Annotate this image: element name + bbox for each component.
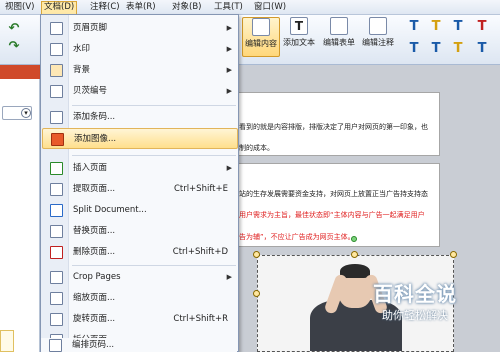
delete-pages-icon — [50, 246, 63, 259]
add-image-icon — [51, 133, 64, 146]
menu-separator — [72, 155, 236, 156]
menu-form[interactable]: 表单(R) — [124, 1, 158, 14]
submenu-arrow-icon: ▶ — [226, 273, 232, 281]
edit-annotation-button[interactable]: 编辑注释 — [359, 17, 397, 57]
add-text-label: 添加文本 — [283, 38, 315, 47]
resize-handle[interactable] — [351, 251, 358, 258]
menu-tools[interactable]: 工具(T) — [212, 1, 245, 14]
menu-item-crop-pages[interactable]: Crop Pages ▶ — [42, 267, 238, 288]
extract-pages-icon — [50, 183, 63, 196]
menu-item-split-document[interactable]: Split Document... — [42, 200, 238, 221]
bates-numbering-icon — [50, 85, 63, 98]
paragraph-line: 站的生存发展需要资金支持，对网页上放置正当广告持支持态 — [239, 190, 428, 198]
text-tool-icon[interactable]: T — [406, 19, 422, 35]
page-numbering-icon — [49, 339, 62, 352]
undo-icon[interactable]: ↶ — [6, 21, 22, 37]
shortcut-label: Ctrl+Shift+R — [173, 314, 228, 324]
submenu-arrow-icon: ▶ — [226, 87, 232, 95]
edit-content-button[interactable]: 编辑内容 — [242, 17, 280, 57]
insert-pages-icon — [50, 162, 63, 175]
text-highlight-icon[interactable]: T — [428, 19, 444, 35]
watermark-icon — [50, 43, 63, 56]
menu-item-background[interactable]: 背景 ▶ — [42, 60, 238, 81]
zoom-control[interactable]: ▾ — [2, 106, 32, 120]
menu-window[interactable]: 窗口(W) — [252, 1, 288, 14]
watermark: 百科全说 助你轻松解决 — [355, 278, 475, 328]
menu-item-header-footer[interactable]: 页眉页脚 ▶ — [42, 18, 238, 39]
paragraph-line: 制的成本。 — [239, 144, 274, 152]
submenu-arrow-icon: ▶ — [226, 24, 232, 32]
redo-icon[interactable]: ↷ — [6, 39, 22, 55]
menu-item-watermark[interactable]: 水印 ▶ — [42, 39, 238, 60]
menu-item-scale-pages[interactable]: 缩放页面... — [42, 288, 238, 309]
edit-form-icon — [330, 17, 348, 35]
document-menu: 页眉页脚 ▶ 水印 ▶ 背景 ▶ 贝茨编号 ▶ 添加条码... 添加图像... … — [40, 14, 239, 352]
document-tab-strip[interactable] — [0, 65, 40, 79]
background-icon — [50, 64, 63, 77]
scale-pages-icon — [50, 292, 63, 305]
menu-item-delete-pages[interactable]: 删除页面... Ctrl+Shift+D — [42, 242, 238, 263]
edit-annotation-icon — [369, 17, 387, 35]
menu-separator — [72, 105, 236, 106]
text-note-icon[interactable]: T — [450, 41, 466, 57]
paragraph-line: 看到的就是内容排版，排版决定了用户对网页的第一印象，也 — [239, 123, 428, 131]
menu-comment[interactable]: 注释(C) — [88, 1, 122, 14]
split-document-icon — [50, 204, 63, 217]
submenu-arrow-icon: ▶ — [226, 164, 232, 172]
menu-item-replace-pages[interactable]: 替换页面... — [42, 221, 238, 242]
menu-view[interactable]: 视图(V) — [3, 1, 36, 14]
page-thumbnail[interactable] — [0, 330, 14, 352]
text-color-icon[interactable]: T — [474, 19, 490, 35]
submenu-arrow-icon: ▶ — [226, 66, 232, 74]
header-footer-icon — [50, 22, 63, 35]
text-block-1[interactable]: 看到的就是内容排版，排版决定了用户对网页的第一印象，也 制的成本。 — [236, 92, 440, 156]
chevron-down-icon[interactable]: ▾ — [21, 108, 31, 118]
menu-object[interactable]: 对象(B) — [170, 1, 203, 14]
menu-item-rotate-pages[interactable]: 旋转页面... Ctrl+Shift+R — [42, 309, 238, 330]
edit-form-label: 编辑表单 — [323, 38, 355, 47]
watermark-subtitle: 助你轻松解决 — [382, 309, 448, 322]
submenu-arrow-icon: ▶ — [226, 45, 232, 53]
barcode-icon — [50, 111, 63, 124]
edit-annotation-label: 编辑注释 — [362, 38, 394, 47]
add-text-button[interactable]: T 添加文本 — [281, 17, 317, 57]
text-box-icon[interactable]: T — [406, 41, 422, 57]
menu-item-add-image[interactable]: 添加图像... — [42, 128, 238, 149]
menu-bar: 视图(V) 文档(D) 注释(C) 表单(R) 对象(B) 工具(T) 窗口(W… — [0, 0, 500, 15]
menu-item-add-barcode[interactable]: 添加条码... — [42, 107, 238, 128]
crop-pages-icon — [50, 271, 63, 284]
resize-handle[interactable] — [253, 290, 260, 297]
menu-item-page-numbering[interactable]: 编排页码... — [41, 338, 237, 352]
menu-item-insert-pages[interactable]: 插入页面 ▶ — [42, 158, 238, 179]
rotate-pages-icon — [50, 313, 63, 326]
text-style-icon[interactable]: T — [474, 41, 490, 57]
paragraph-line-red: 告为辅”，不应让广告成为网页主体。 — [239, 233, 355, 241]
menu-item-extract-pages[interactable]: 提取页面... Ctrl+Shift+E — [42, 179, 238, 200]
rotate-handle[interactable] — [351, 236, 357, 242]
paragraph-line-red: 用户需求为主旨，最佳状态即“主体内容与广告一起满足用户 — [239, 211, 425, 219]
edit-content-icon — [252, 18, 270, 36]
replace-pages-icon — [50, 225, 63, 238]
text-block-2[interactable]: 站的生存发展需要资金支持，对网页上放置正当广告持支持态 用户需求为主旨，最佳状态… — [236, 163, 440, 247]
resize-handle[interactable] — [450, 251, 457, 258]
add-text-icon: T — [290, 17, 308, 35]
edit-form-button[interactable]: 编辑表单 — [320, 17, 358, 57]
text-format-icon[interactable]: T — [450, 19, 466, 35]
text-callout-icon[interactable]: T — [428, 41, 444, 57]
menu-item-bates-numbering[interactable]: 贝茨编号 ▶ — [42, 81, 238, 102]
shortcut-label: Ctrl+Shift+E — [173, 184, 228, 194]
menu-document[interactable]: 文档(D) — [41, 1, 78, 14]
menu-separator — [72, 265, 236, 266]
shortcut-label: Ctrl+Shift+D — [172, 247, 228, 257]
watermark-title: 百科全说 — [373, 282, 457, 306]
resize-handle[interactable] — [253, 251, 260, 258]
edit-content-label: 编辑内容 — [245, 39, 277, 48]
